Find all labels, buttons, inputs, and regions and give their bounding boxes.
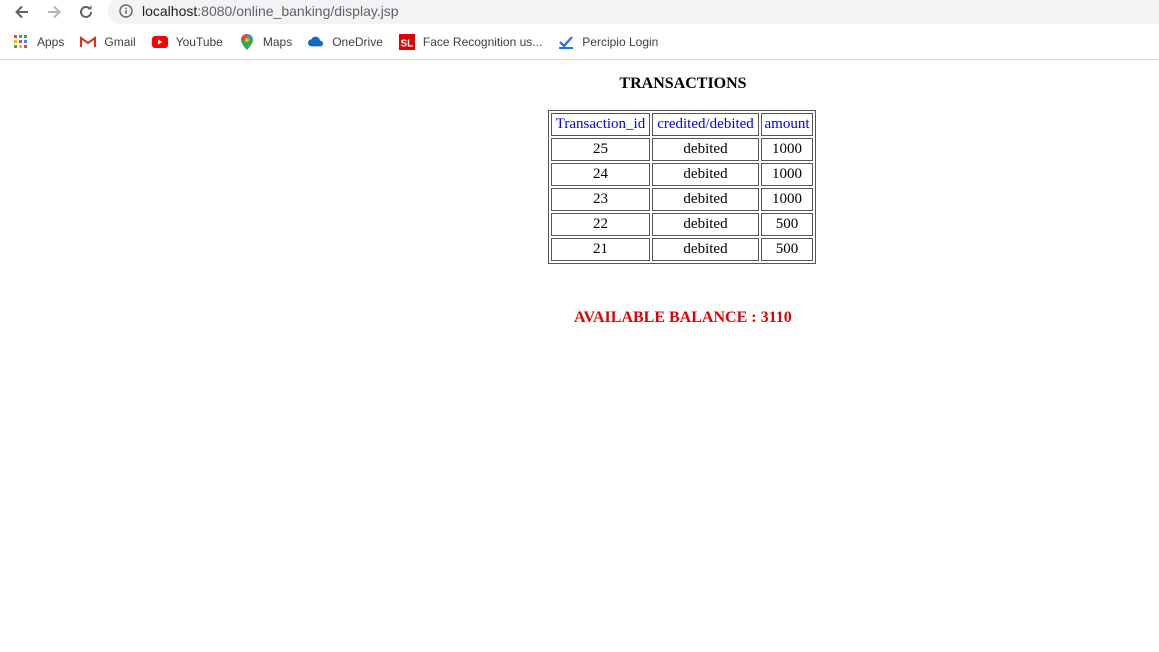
url-text[interactable]: localhost:8080/online_banking/display.js… <box>142 3 399 19</box>
page-content: TRANSACTIONS Transaction_id credited/deb… <box>0 60 1159 650</box>
table-row: 24 debited 1000 <box>551 163 813 186</box>
cell-transaction-id: 22 <box>551 213 650 236</box>
cell-transaction-id: 23 <box>551 188 650 211</box>
apps-grid-icon <box>13 34 29 50</box>
reload-icon[interactable] <box>74 0 98 24</box>
bookmark-label: OneDrive <box>332 34 383 49</box>
cell-amount: 500 <box>761 238 813 261</box>
bookmark-label: Gmail <box>104 34 136 49</box>
bookmark-gmail[interactable]: Gmail <box>80 34 136 50</box>
url-host: localhost <box>142 3 198 19</box>
sl-icon: SL <box>398 33 415 50</box>
bookmarks-bar: Apps Gmail YouTube Maps OneDrive SL Face… <box>0 24 1159 60</box>
percipio-icon <box>558 34 574 50</box>
forward-arrow-icon[interactable] <box>42 0 66 24</box>
bookmark-apps[interactable]: Apps <box>13 34 64 50</box>
cell-amount: 1000 <box>761 138 813 161</box>
table-row: 22 debited 500 <box>551 213 813 236</box>
cell-amount: 1000 <box>761 188 813 211</box>
svg-text:SL: SL <box>400 38 413 49</box>
cell-amount: 1000 <box>761 163 813 186</box>
bookmark-maps[interactable]: Maps <box>239 33 293 50</box>
bookmark-label: Percipio Login <box>582 34 659 49</box>
cell-type: debited <box>652 188 759 211</box>
cell-type: debited <box>652 163 759 186</box>
youtube-icon <box>151 34 168 50</box>
bookmark-percipio[interactable]: Percipio Login <box>558 34 658 50</box>
cell-transaction-id: 21 <box>551 238 650 261</box>
browser-toolbar: localhost:8080/online_banking/display.js… <box>0 0 1159 24</box>
onedrive-icon <box>308 34 324 50</box>
available-balance: AVAILABLE BALANCE : 3110 <box>574 309 792 326</box>
gmail-icon <box>80 34 97 50</box>
cell-transaction-id: 25 <box>551 138 650 161</box>
address-bar[interactable]: localhost:8080/online_banking/display.js… <box>108 0 1159 24</box>
info-icon[interactable] <box>118 3 134 19</box>
header-credited-debited: credited/debited <box>652 113 759 136</box>
bookmark-label: Apps <box>37 34 65 49</box>
table-row: 21 debited 500 <box>551 238 813 261</box>
maps-icon <box>239 33 255 50</box>
url-path: :8080/online_banking/display.jsp <box>197 3 399 19</box>
table-header-row: Transaction_id credited/debited amount <box>551 113 813 136</box>
bookmark-label: YouTube <box>175 34 223 49</box>
cell-type: debited <box>652 213 759 236</box>
table-row: 25 debited 1000 <box>551 138 813 161</box>
bookmark-face-recognition[interactable]: SL Face Recognition us... <box>398 33 543 50</box>
cell-transaction-id: 24 <box>551 163 650 186</box>
table-row: 23 debited 1000 <box>551 188 813 211</box>
header-transaction-id: Transaction_id <box>551 113 650 136</box>
cell-type: debited <box>652 238 759 261</box>
back-arrow-icon[interactable] <box>10 0 34 24</box>
header-amount: amount <box>761 113 813 136</box>
bookmark-label: Face Recognition us... <box>422 34 543 49</box>
bookmark-youtube[interactable]: YouTube <box>151 34 223 50</box>
bookmark-onedrive[interactable]: OneDrive <box>308 34 383 50</box>
cell-type: debited <box>652 138 759 161</box>
transactions-table: Transaction_id credited/debited amount 2… <box>548 110 816 264</box>
page-title: TRANSACTIONS <box>619 75 747 92</box>
cell-amount: 500 <box>761 213 813 236</box>
bookmark-label: Maps <box>262 34 293 49</box>
